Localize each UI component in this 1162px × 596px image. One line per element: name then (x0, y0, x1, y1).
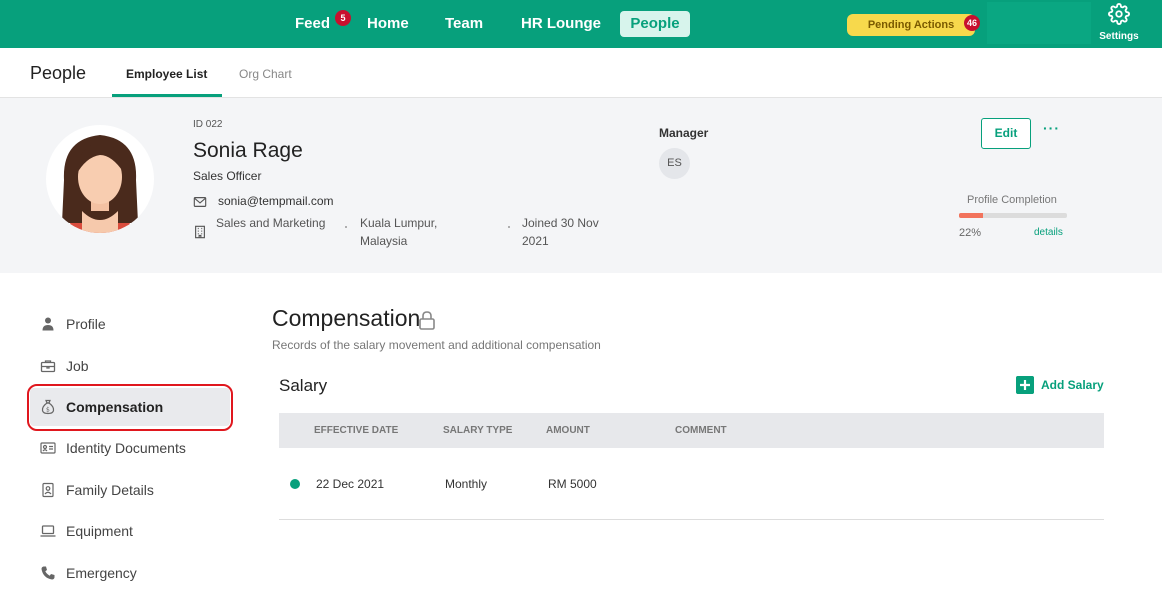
column-header: SALARY TYPE (443, 425, 513, 436)
pending-actions-badge: 46 (964, 15, 980, 31)
employee-location: Kuala Lumpur, Malaysia (360, 216, 438, 248)
tab-org-chart[interactable]: Org Chart (239, 67, 292, 81)
profile-completion-percent: 22% (959, 227, 982, 239)
employee-email[interactable]: sonia@tempmail.com (218, 194, 334, 208)
employee-department: Sales and Marketing (216, 216, 326, 230)
sidebar-item-label: Family Details (66, 482, 154, 498)
more-options-button[interactable]: ··· (1043, 120, 1060, 136)
nav-home-label: Home (367, 15, 409, 32)
feed-badge: 5 (335, 10, 351, 26)
tab-employee-list[interactable]: Employee List (126, 67, 207, 81)
pending-actions-button[interactable]: Pending Actions (847, 14, 975, 36)
page-subheader: People Employee List Org Chart (0, 48, 1162, 98)
woman-avatar-icon (62, 135, 138, 233)
sidebar-item-label: Emergency (66, 565, 137, 581)
employee-id: ID 022 (193, 119, 223, 130)
user-account-area[interactable] (987, 2, 1091, 44)
nav-hr-lounge-label: HR Lounge (521, 15, 601, 32)
separator-dot (508, 226, 510, 228)
building-icon (195, 225, 205, 239)
settings-label: Settings (1099, 31, 1139, 42)
employee-joined-date: Joined 30 Nov 2021 (522, 216, 599, 248)
phone-icon (41, 566, 55, 580)
nav-hr-lounge[interactable]: HR Lounge (509, 11, 613, 37)
salary-table-header: EFFECTIVE DATE SALARY TYPE AMOUNT COMMEN… (279, 413, 1104, 448)
plus-icon (1016, 376, 1034, 394)
briefcase-icon (40, 360, 56, 373)
sidebar-item-job[interactable]: Job (30, 347, 230, 385)
laptop-icon (40, 525, 56, 537)
profile-completion-details-link[interactable]: details (1034, 227, 1063, 238)
envelope-icon (193, 197, 207, 207)
nav-feed[interactable]: Feed (283, 11, 342, 37)
person-icon (42, 317, 54, 331)
employee-job-title: Sales Officer (193, 169, 262, 183)
cell-effective-date: 22 Dec 2021 (316, 477, 385, 491)
table-row[interactable]: 22 Dec 2021 Monthly RM 5000 (279, 448, 1104, 520)
cell-amount: RM 5000 (548, 477, 597, 491)
add-salary-label: Add Salary (1041, 378, 1104, 392)
salary-heading: Salary (279, 376, 328, 395)
nav-people-label: People (630, 15, 680, 32)
sidebar-item-label: Equipment (66, 523, 133, 539)
nav-team[interactable]: Team (433, 11, 495, 37)
gear-icon (1108, 3, 1130, 25)
section-title: Compensation (272, 305, 421, 331)
nav-home[interactable]: Home (355, 11, 421, 37)
cell-salary-type: Monthly (445, 477, 488, 491)
top-navigation-bar: Feed 5 Home Team HR Lounge People Pendin… (0, 0, 1162, 48)
section-subtitle: Records of the salary movement and addit… (272, 338, 601, 352)
column-header: AMOUNT (546, 425, 590, 436)
sidebar-item-emergency[interactable]: Emergency (30, 554, 230, 592)
sidebar-item-label: Job (66, 358, 89, 374)
employee-avatar (46, 125, 154, 233)
sidebar-item-label: Profile (66, 316, 106, 332)
profile-completion-label: Profile Completion (967, 194, 1057, 206)
contact-book-icon (42, 482, 54, 498)
sidebar-item-equipment[interactable]: Equipment (30, 512, 230, 550)
employee-name: Sonia Rage (193, 139, 303, 162)
selection-highlight-ring (27, 384, 233, 431)
nav-people[interactable]: People (620, 11, 690, 37)
settings-button[interactable]: Settings (1093, 3, 1145, 43)
column-header: EFFECTIVE DATE (314, 425, 399, 436)
separator-dot (345, 226, 347, 228)
manager-label: Manager (659, 126, 709, 140)
sidebar-item-identity-documents[interactable]: Identity Documents (30, 429, 230, 467)
profile-completion-bar (959, 213, 1067, 218)
page-title: People (30, 63, 87, 83)
id-card-icon (40, 442, 56, 454)
nav-feed-label: Feed (295, 15, 331, 32)
lock-icon (419, 311, 435, 330)
sidebar-item-family-details[interactable]: Family Details (30, 471, 230, 509)
sidebar-item-label: Identity Documents (66, 440, 186, 456)
active-tab-indicator (112, 94, 222, 97)
profile-completion-fill (959, 213, 983, 218)
column-header: COMMENT (675, 425, 727, 436)
pending-actions-label: Pending Actions (867, 19, 955, 31)
manager-avatar[interactable]: ES (659, 148, 690, 179)
edit-button[interactable]: Edit (981, 118, 1031, 149)
status-dot (290, 479, 300, 489)
sidebar-item-profile[interactable]: Profile (30, 305, 230, 343)
nav-team-label: Team (445, 15, 484, 32)
employee-profile-header: ID 022 Sonia Rage Sales Officer sonia@te… (0, 98, 1162, 273)
